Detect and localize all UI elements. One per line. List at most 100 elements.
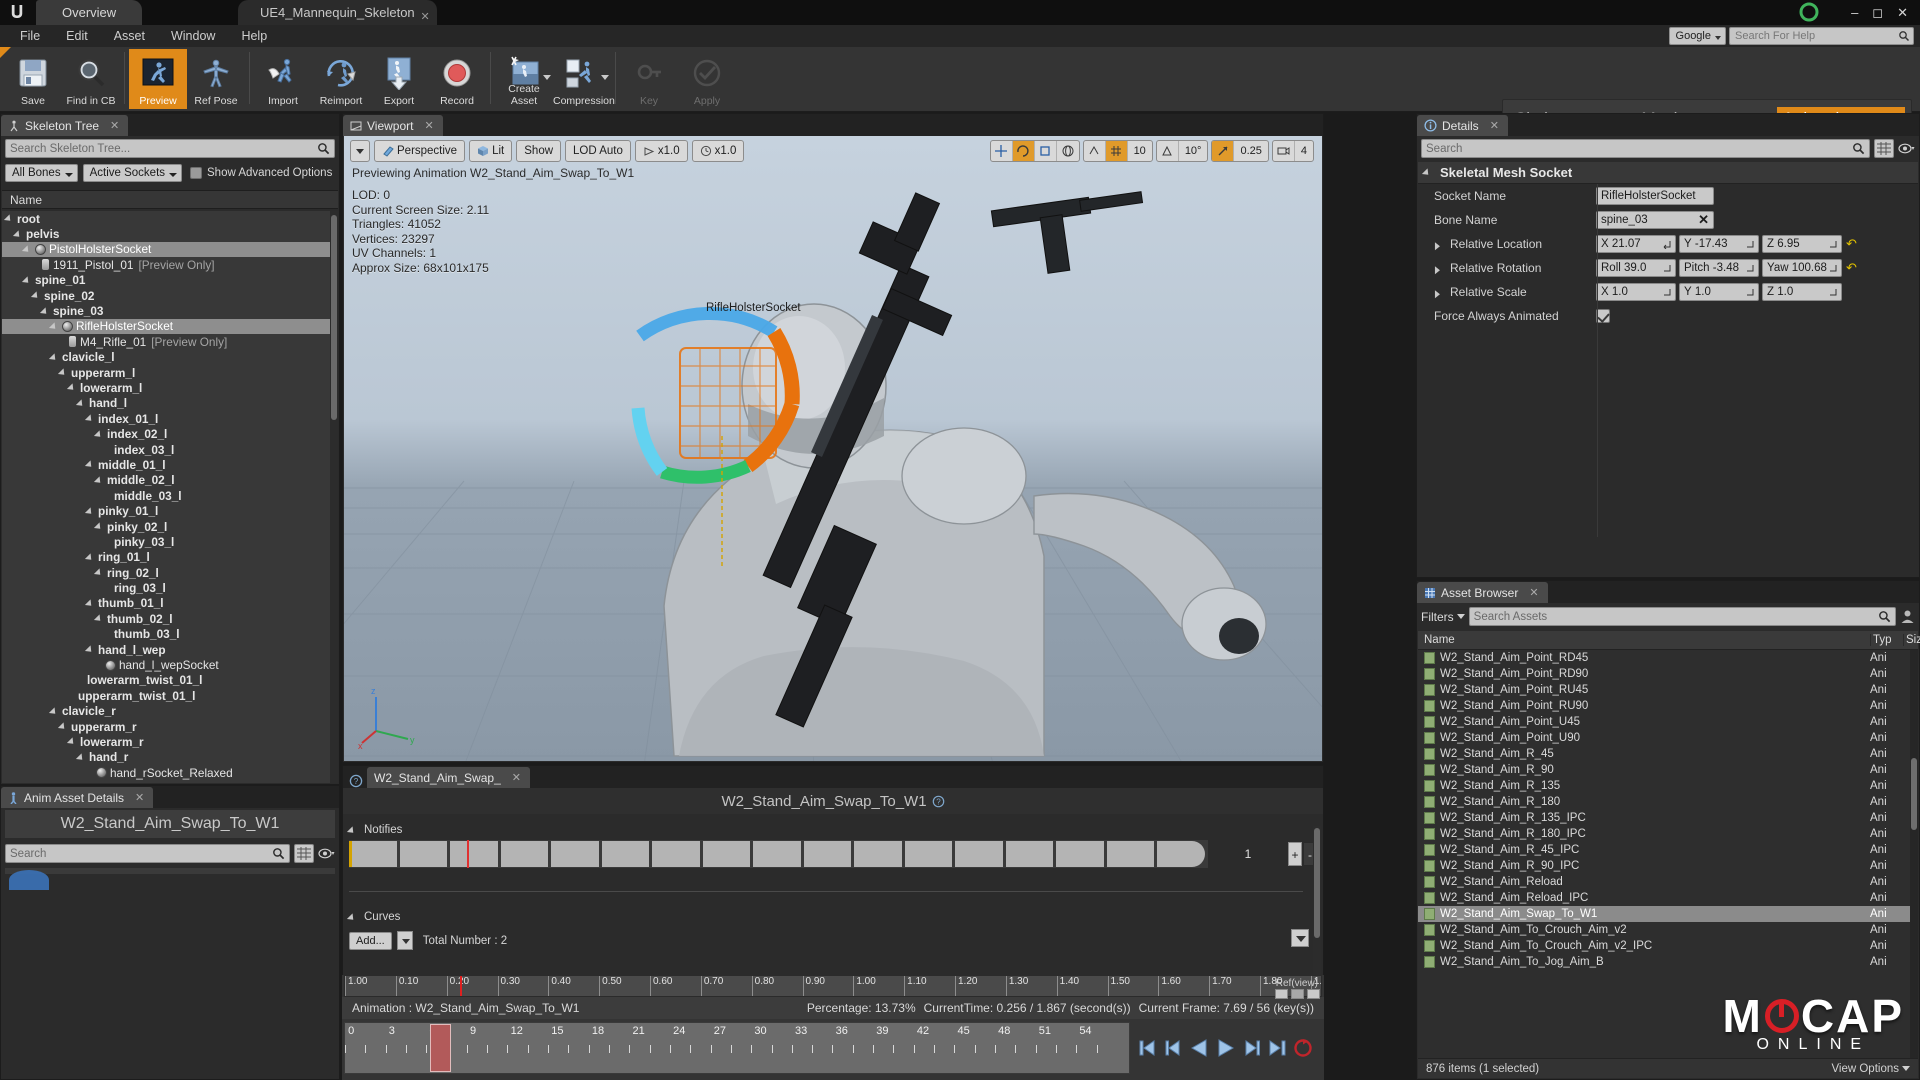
chevron-down-icon[interactable] [42, 307, 51, 316]
world-local-toggle[interactable] [1057, 141, 1079, 161]
skeleton-tree-row[interactable]: thumb_02_l [2, 611, 330, 626]
asset-browser-row[interactable]: W2_Stand_Aim_R_45Ani37AAT_NonNone [1418, 746, 1910, 762]
asset-browser-column-name[interactable]: Name [1418, 634, 1870, 646]
chevron-down-icon[interactable] [96, 614, 105, 623]
notify-track-segment[interactable] [652, 841, 700, 867]
spinner-icon[interactable] [1662, 239, 1672, 249]
menu-asset[interactable]: Asset [102, 27, 157, 45]
skeleton-tree-row[interactable]: ring_01_l [2, 550, 330, 565]
skeleton-tree-row[interactable]: lowerarm_l [2, 380, 330, 395]
notifies-section-header[interactable]: Notifies [343, 824, 1323, 836]
chevron-down-icon[interactable] [87, 599, 96, 608]
spinner-icon[interactable] [1662, 263, 1672, 273]
skeleton-tree-list[interactable]: root pelvis PistolHolsterSocket 1911_Pistol… [2, 211, 330, 783]
skeleton-tree-row[interactable]: ring_03_l [2, 580, 330, 595]
asset-browser-row[interactable]: W2_Stand_Aim_ReloadAni60AAT_NonNone [1418, 874, 1910, 890]
search-engine-dropdown[interactable]: Google [1668, 27, 1726, 45]
chevron-down-icon[interactable] [87, 645, 96, 654]
asset-browser-row[interactable]: W2_Stand_Aim_Point_RU90Ani2AAT_NonNone [1418, 698, 1910, 714]
skeleton-tree-row[interactable]: lowerarm_twist_01_l [2, 673, 330, 688]
anim-details-search-input[interactable]: Search [5, 844, 290, 863]
chevron-down-icon[interactable] [69, 383, 78, 392]
camera-speed-icon-cell[interactable] [1273, 141, 1295, 161]
asset-browser-row[interactable]: W2_Stand_Aim_To_Crouch_Aim_v2Ani44AAT_No… [1418, 922, 1910, 938]
toolbar-button-save[interactable]: Save [4, 49, 62, 109]
viewport-3d-scene[interactable]: RifleHolsterSocket z y x Perspective Lit [344, 136, 1322, 761]
relative-location-y[interactable]: Y -17.43 [1679, 235, 1759, 253]
tab-document[interactable]: UE4_Mannequin_Skeleton ✕ [238, 0, 437, 25]
scale-snap-value[interactable]: 0.25 [1234, 141, 1267, 161]
skeleton-tree-row[interactable]: upperarm_l [2, 365, 330, 380]
viewport-playback-speed-button[interactable]: x1.0 [634, 140, 688, 162]
close-icon[interactable]: ✕ [424, 119, 433, 132]
chevron-down-icon[interactable] [78, 399, 87, 408]
viewport-show-button[interactable]: Show [516, 140, 562, 162]
spinner-icon[interactable] [1662, 287, 1672, 297]
spinner-icon[interactable] [1828, 239, 1838, 249]
eye-icon[interactable] [1898, 142, 1915, 155]
details-grid-view-button[interactable] [1874, 139, 1894, 158]
relative-scale-z[interactable]: Z 1.0 [1762, 283, 1842, 301]
relative-rotation-pitch[interactable]: Pitch -3.48 [1679, 259, 1759, 277]
menu-help[interactable]: Help [229, 27, 279, 45]
menu-edit[interactable]: Edit [54, 27, 100, 45]
view-range-mid-icon[interactable] [1291, 989, 1304, 999]
loop-icon[interactable] [1292, 1038, 1314, 1058]
menu-window[interactable]: Window [159, 27, 227, 45]
spinner-icon[interactable] [1745, 287, 1755, 297]
chevron-down-icon[interactable] [87, 414, 96, 423]
asset-browser-row[interactable]: W2_Stand_Aim_R_90Ani42AAT_NonNone [1418, 762, 1910, 778]
toolbar-button-ref-pose[interactable]: Ref Pose [187, 49, 245, 109]
spinner-icon[interactable] [1828, 263, 1838, 273]
surface-snap-toggle[interactable] [1084, 141, 1106, 161]
chevron-down-icon[interactable] [24, 276, 33, 285]
skeleton-tree-row[interactable]: middle_01_l [2, 457, 330, 472]
toolbar-button-create-asset[interactable]: Create Asset [495, 49, 553, 109]
toolbar-button-record[interactable]: Record [428, 49, 486, 109]
view-range-start-icon[interactable] [1275, 989, 1288, 999]
tab-skeleton-tree[interactable]: Skeleton Tree ✕ [1, 115, 129, 136]
skeleton-tree-row[interactable]: spine_02 [2, 288, 330, 303]
notify-track-segment[interactable] [1106, 841, 1155, 867]
filter-active-sockets[interactable]: Active Sockets [82, 164, 183, 182]
skeleton-tree-row[interactable]: clavicle_l [2, 350, 330, 365]
asset-browser-row[interactable]: W2_Stand_Aim_Point_RU45Ani2AAT_NonNone [1418, 682, 1910, 698]
details-grid-view-button[interactable] [294, 844, 314, 863]
chevron-down-icon[interactable] [87, 507, 96, 516]
skeleton-tree-row[interactable]: clavicle_r [2, 704, 330, 719]
notify-track-segment[interactable] [904, 841, 953, 867]
asset-browser-row[interactable]: W2_Stand_Aim_R_135Ani38AAT_NonNone [1418, 778, 1910, 794]
skeleton-tree-row[interactable]: pinky_02_l [2, 519, 330, 534]
notify-track-segment[interactable] [601, 841, 650, 867]
socket-name-value[interactable]: RifleHolsterSocket [1596, 187, 1714, 205]
user-icon[interactable] [1900, 609, 1915, 624]
tab-overview[interactable]: Overview [36, 0, 143, 25]
asset-browser-row[interactable]: W2_Stand_Aim_To_Crouch_Aim_v2_IPCAni44AA… [1418, 938, 1910, 954]
asset-browser-view-options[interactable]: View Options [1831, 1063, 1910, 1075]
skeleton-tree-row[interactable]: lowerarm_r [2, 734, 330, 749]
tab-viewport[interactable]: Viewport ✕ [343, 115, 443, 136]
asset-browser-row[interactable]: W2_Stand_Aim_R_45_IPCAni37AAT_NonNone [1418, 842, 1910, 858]
chevron-down-icon[interactable] [87, 553, 96, 562]
relative-location-label[interactable]: Relative Location [1418, 237, 1596, 251]
notify-track-segment[interactable] [854, 841, 902, 867]
viewport-lit-button[interactable]: Lit [469, 140, 513, 162]
show-advanced-options-checkbox[interactable] [190, 167, 203, 179]
viewport-options-button[interactable] [350, 140, 370, 162]
notify-track-segment[interactable] [1005, 841, 1054, 867]
skeleton-tree-row[interactable]: hand_l [2, 396, 330, 411]
skeleton-tree-row[interactable]: ring_02_l [2, 565, 330, 580]
step-to-start-icon[interactable] [1138, 1039, 1158, 1057]
chevron-down-icon[interactable] [543, 75, 551, 80]
asset-browser-column-header[interactable]: NameTypSizeNumAddiRetaPrev [1418, 631, 1920, 650]
help-search-input[interactable]: Search For Help [1729, 27, 1914, 45]
chevron-down-icon[interactable] [33, 291, 42, 300]
close-icon[interactable]: ✕ [110, 119, 119, 132]
notify-track-segment[interactable] [753, 841, 801, 867]
spinner-icon[interactable] [1745, 239, 1755, 249]
relative-rotation-roll[interactable]: Roll 39.0 [1596, 259, 1676, 277]
toolbar-button-reimport[interactable]: Reimport [312, 49, 370, 109]
chevron-down-icon[interactable] [96, 522, 105, 531]
chevron-down-icon[interactable] [601, 75, 609, 80]
scrollbar-thumb[interactable] [331, 215, 337, 420]
